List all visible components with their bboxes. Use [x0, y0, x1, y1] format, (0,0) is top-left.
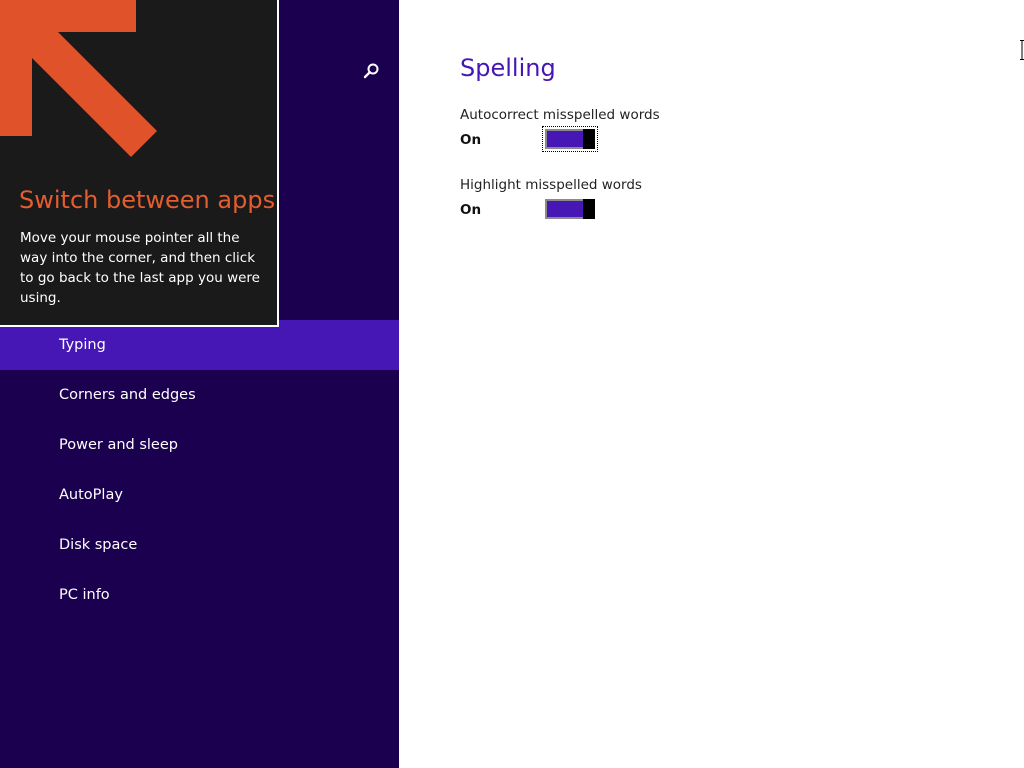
autocorrect-state: On	[460, 132, 482, 148]
nav-item-disk-space[interactable]: Disk space	[0, 520, 399, 570]
autocorrect-label: Autocorrect misspelled words	[460, 107, 660, 123]
autocorrect-setting: Autocorrect misspelled words On	[460, 106, 760, 152]
highlight-toggle[interactable]	[545, 199, 595, 219]
nav-list: Typing Corners and edges Power and sleep…	[0, 320, 399, 620]
nav-item-corners-and-edges[interactable]: Corners and edges	[0, 370, 399, 420]
tip-body: Move your mouse pointer all the way into…	[20, 230, 260, 306]
nav-item-typing[interactable]: Typing	[0, 320, 399, 370]
highlight-setting: Highlight misspelled words On	[460, 176, 760, 222]
highlight-state: On	[460, 202, 482, 218]
toggle-thumb	[583, 199, 595, 219]
tip-title: Switch between apps	[19, 186, 276, 214]
switch-apps-tip: Switch between apps Move your mouse poin…	[0, 0, 279, 327]
nav-item-power-and-sleep[interactable]: Power and sleep	[0, 420, 399, 470]
corner-arrow-icon	[0, 0, 157, 157]
nav-item-pc-info[interactable]: PC info	[0, 570, 399, 620]
nav-item-autoplay[interactable]: AutoPlay	[0, 470, 399, 520]
highlight-row: On	[460, 198, 760, 222]
text-cursor-icon	[1020, 40, 1024, 60]
section-title: Spelling	[460, 54, 556, 82]
settings-window: Typing Corners and edges Power and sleep…	[0, 0, 1024, 768]
search-icon[interactable]	[360, 60, 382, 82]
highlight-label: Highlight misspelled words	[460, 177, 642, 193]
autocorrect-row: On	[460, 126, 760, 152]
autocorrect-toggle[interactable]	[542, 126, 598, 152]
content-pane: Spelling Autocorrect misspelled words On…	[399, 0, 1024, 768]
toggle-thumb	[583, 129, 595, 149]
